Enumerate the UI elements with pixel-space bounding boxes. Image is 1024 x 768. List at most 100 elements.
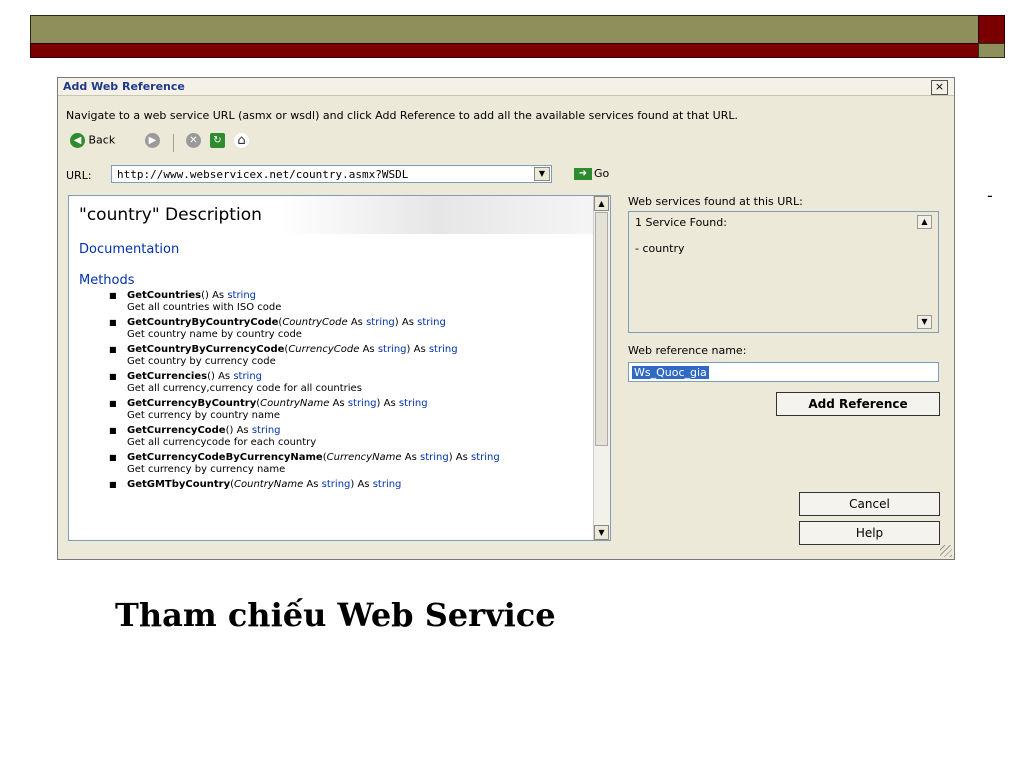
method-signature-close: ) As — [376, 398, 399, 409]
scroll-thumb[interactable] — [595, 212, 608, 446]
methods-heading: Methods — [79, 273, 135, 288]
home-button[interactable]: ⌂ — [234, 133, 249, 153]
chevron-down-icon: ▼ — [921, 317, 928, 326]
method-item: GetCurrencyByCountry(CountryName As stri… — [109, 398, 579, 422]
scroll-up-button[interactable]: ▲ — [594, 196, 609, 211]
stop-icon: ✕ — [186, 133, 201, 148]
toolbar-separator — [173, 134, 174, 152]
back-label: Back — [88, 133, 116, 147]
back-arrow-icon: ◀ — [70, 133, 85, 148]
method-return-type[interactable]: string — [373, 479, 402, 490]
dialog-titlebar: Add Web Reference × — [58, 78, 954, 96]
method-signature: () As — [225, 425, 252, 436]
method-name[interactable]: GetGMTbyCountry — [127, 479, 230, 490]
method-item: GetCountryByCurrencyCode(CurrencyCode As… — [109, 344, 579, 368]
documentation-link[interactable]: Documentation — [79, 242, 179, 257]
stop-button[interactable]: ✕ — [186, 133, 201, 153]
help-button[interactable]: Help — [799, 521, 940, 545]
method-return-type[interactable]: string — [471, 452, 500, 463]
method-param-type[interactable]: string — [366, 317, 395, 328]
url-dropdown-button[interactable]: ▼ — [534, 167, 550, 181]
method-as: As — [303, 479, 322, 490]
resize-grip[interactable] — [940, 545, 952, 557]
method-signature: () As — [201, 290, 228, 301]
method-param-type[interactable]: string — [348, 398, 377, 409]
method-return-type[interactable]: string — [233, 371, 262, 382]
method-description: Get all currencycode for each country — [127, 437, 317, 448]
description-scrollbar[interactable]: ▲ ▼ — [593, 196, 610, 540]
method-item: GetCurrencies() As stringGet all currenc… — [109, 371, 579, 395]
slide-caption: Tham chiếu Web Service — [115, 596, 556, 634]
method-description: Get country by currency code — [127, 356, 276, 367]
refresh-icon: ↻ — [210, 133, 225, 148]
add-reference-button[interactable]: Add Reference — [776, 392, 940, 416]
slide-corner-square-red — [978, 15, 1005, 44]
reference-name-input[interactable]: Ws_Quoc_gia — [628, 362, 939, 382]
description-title: "country" Description — [79, 205, 262, 225]
method-name[interactable]: GetCurrencyCodeByCurrencyName — [127, 452, 323, 463]
method-param: CountryCode — [282, 317, 348, 328]
go-arrow-icon: ➜ — [574, 168, 592, 180]
method-return-type[interactable]: string — [417, 317, 446, 328]
method-name[interactable]: GetCurrencyByCountry — [127, 398, 256, 409]
instructions-text: Navigate to a web service URL (asmx or w… — [66, 109, 738, 122]
method-return-type[interactable]: string — [227, 290, 256, 301]
method-item: GetCurrencyCode() As stringGet all curre… — [109, 425, 579, 449]
method-return-type[interactable]: string — [399, 398, 428, 409]
cancel-button[interactable]: Cancel — [799, 492, 940, 516]
add-web-reference-dialog: Add Web Reference × Navigate to a web se… — [57, 77, 955, 560]
services-label: Web services found at this URL: — [628, 195, 803, 208]
method-signature-close: ) As — [350, 479, 373, 490]
close-button[interactable]: × — [931, 80, 948, 95]
back-button[interactable]: ◀ Back — [70, 133, 115, 153]
method-param: CountryName — [260, 398, 330, 409]
method-return-type[interactable]: string — [429, 344, 458, 355]
method-name[interactable]: GetCountryByCountryCode — [127, 317, 278, 328]
method-as: As — [347, 317, 367, 328]
method-return-type[interactable]: string — [252, 425, 281, 436]
chevron-up-icon: ▲ — [921, 217, 928, 226]
method-item: GetCurrencyCodeByCurrencyName(CurrencyNa… — [109, 452, 579, 476]
method-param-type[interactable]: string — [322, 479, 351, 490]
method-item: GetGMTbyCountry(CountryName As string) A… — [109, 479, 579, 491]
method-name[interactable]: GetCountries — [127, 290, 201, 301]
method-name[interactable]: GetCurrencies — [127, 371, 207, 382]
reference-name-label: Web reference name: — [628, 344, 747, 357]
method-param-type[interactable]: string — [420, 452, 449, 463]
home-icon: ⌂ — [234, 133, 249, 148]
method-description: Get all currency,currency code for all c… — [127, 383, 362, 394]
methods-list: GetCountries() As stringGet all countrie… — [109, 290, 579, 494]
refresh-button[interactable]: ↻ — [210, 133, 225, 153]
url-value: http://www.webservicex.net/country.asmx?… — [117, 168, 409, 181]
service-item[interactable]: - country — [635, 242, 685, 255]
slide-header-stripe — [30, 43, 979, 58]
slide-corner-square-olive — [978, 43, 1005, 58]
method-as: As — [401, 452, 420, 463]
chevron-up-icon: ▲ — [598, 199, 605, 208]
method-name[interactable]: GetCountryByCurrencyCode — [127, 344, 284, 355]
slide-header-bar — [30, 15, 979, 44]
go-button[interactable]: ➜ Go — [574, 167, 609, 180]
method-signature-close: ) As — [394, 317, 418, 328]
go-label: Go — [594, 167, 610, 180]
dialog-title: Add Web Reference — [63, 80, 185, 93]
forward-button[interactable]: ▶ — [145, 133, 160, 153]
method-signature: () As — [207, 371, 234, 382]
method-as: As — [359, 344, 378, 355]
services-list[interactable]: 1 Service Found: - country ▲ ▼ — [628, 211, 939, 333]
chevron-down-icon: ▼ — [598, 528, 605, 537]
method-param-type[interactable]: string — [378, 344, 407, 355]
url-input[interactable]: http://www.webservicex.net/country.asmx?… — [111, 165, 552, 183]
method-name[interactable]: GetCurrencyCode — [127, 425, 226, 436]
slide-dash: - — [987, 186, 993, 205]
services-scroll-down[interactable]: ▼ — [917, 315, 932, 329]
method-param: CurrencyCode — [288, 344, 360, 355]
chevron-down-icon: ▼ — [538, 169, 546, 178]
scroll-down-button[interactable]: ▼ — [594, 525, 609, 540]
method-signature-close: ) As — [448, 452, 472, 463]
method-signature-close: ) As — [406, 344, 429, 355]
method-item: GetCountries() As stringGet all countrie… — [109, 290, 579, 314]
services-scroll-up[interactable]: ▲ — [917, 215, 932, 229]
service-description-pane[interactable]: "country" Description Documentation Meth… — [68, 195, 611, 541]
url-label: URL: — [66, 169, 92, 182]
